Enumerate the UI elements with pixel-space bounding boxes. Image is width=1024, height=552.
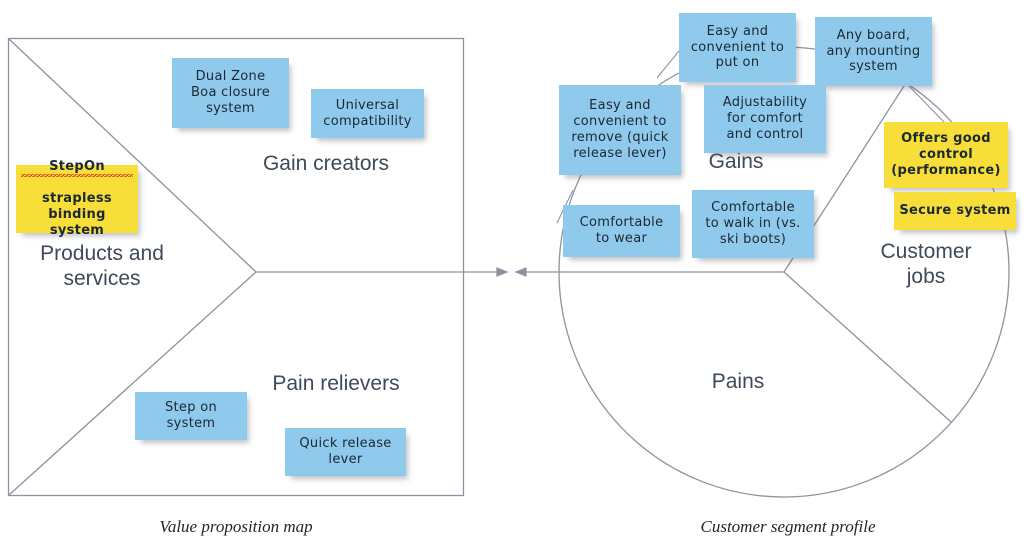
note-text: Offers good control (performance) (891, 131, 1001, 178)
label-gain-creators: Gain creators (262, 152, 390, 175)
note-offers-good-control-performance[interactable]: Offers good control (performance) (884, 122, 1008, 188)
note-dual-zone-boa-closure-system[interactable]: Dual Zone Boa closure system (172, 58, 289, 128)
note-text: Comfortable to walk in (vs. ski boots) (705, 200, 801, 247)
label-products-and-services: Products and services (40, 242, 164, 290)
label-gains: Gains (708, 150, 764, 173)
value-proposition-canvas-diagram: Products and services Gain creators Pain … (0, 0, 1024, 552)
note-text: Universal compatibility (323, 97, 412, 129)
note-secure-system[interactable]: Secure system (894, 192, 1016, 230)
vp-divider-lower (8, 271, 257, 496)
cs-divider-lower-right (783, 271, 952, 423)
label-pains: Pains (711, 370, 765, 393)
note-step-on-system[interactable]: Step on system (135, 392, 247, 440)
note-text: Comfortable to wear (579, 215, 664, 246)
fit-arrow-left-head (514, 267, 527, 277)
label-customer-jobs: Customer jobs (880, 240, 972, 288)
note-text: Easy and convenient to remove (quick releas… (571, 98, 669, 161)
fit-arrow-right-head (496, 267, 509, 277)
connector-offers-control (905, 82, 945, 123)
caption-customer-segment-profile: Customer segment profile (700, 517, 876, 536)
note-text: Easy and convenient to put on (690, 23, 785, 71)
note-text: Quick release lever (299, 436, 392, 467)
note-comfortable-to-walk-in[interactable]: Comfortable to walk in (vs. ski boots) (692, 190, 814, 258)
note-any-board-any-mounting-system[interactable]: Any board, any mounting system (815, 17, 932, 86)
note-text-stepon: StepOn strapless binding system (21, 159, 133, 238)
note-text: Dual Zone Boa closure system (190, 69, 271, 116)
note-quick-release-lever[interactable]: Quick release lever (285, 428, 406, 476)
note-easy-convenient-put-on[interactable]: Easy and convenient to put on (679, 13, 796, 82)
note-text: Step on system (164, 400, 218, 431)
caption-value-proposition-map: Value proposition map (159, 517, 313, 536)
note-comfortable-to-wear[interactable]: Comfortable to wear (563, 205, 680, 257)
spellcheck-underlined-word: StepOn (21, 159, 133, 178)
note-adjustability-for-comfort-and-control[interactable]: Adjustability for comfort and control (704, 85, 826, 153)
note-text: Adjustability for comfort and control (722, 95, 808, 142)
label-pain-relievers: Pain relievers (272, 372, 400, 395)
note-text: Secure system (899, 203, 1011, 219)
note-universal-compatibility[interactable]: Universal compatibility (311, 89, 424, 138)
note-easy-convenient-remove[interactable]: Easy and convenient to remove (quick releas… (559, 85, 681, 175)
note-stepon-strapless-binding-system[interactable]: StepOn strapless binding system (16, 159, 138, 238)
note-text: Any board, any mounting system (826, 27, 921, 75)
